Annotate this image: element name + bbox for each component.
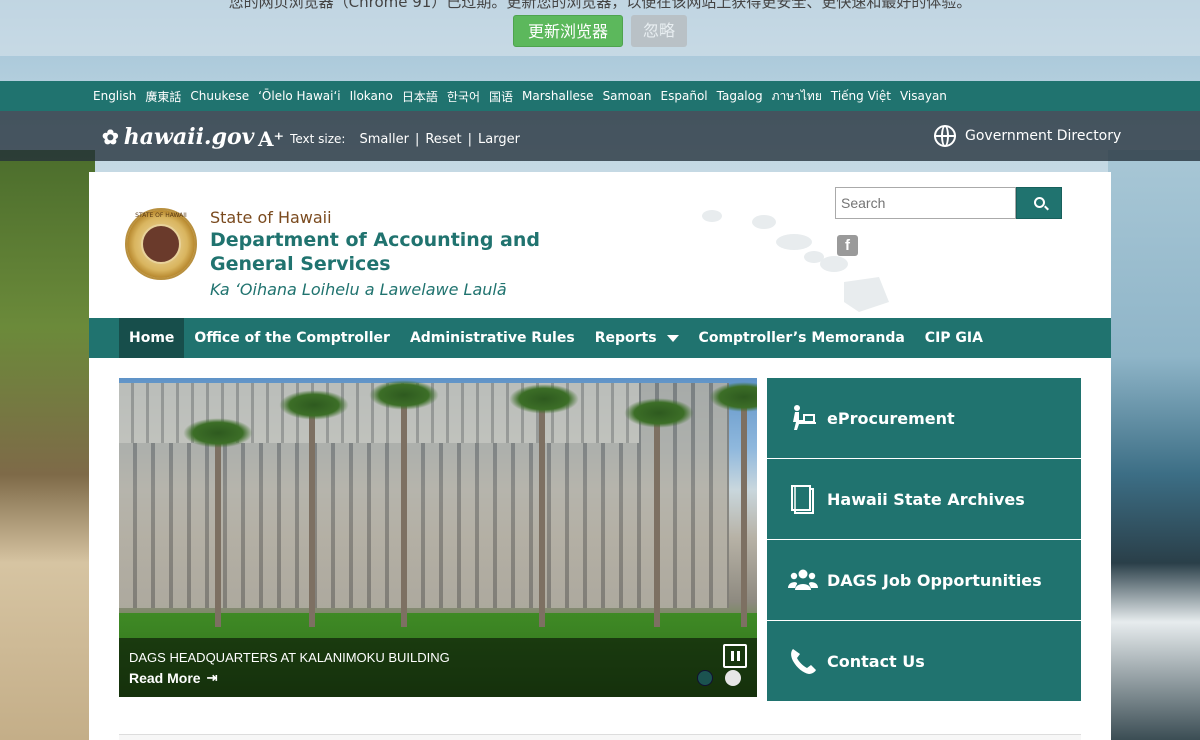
language-link-tagalog[interactable]: Tagalog [717,89,763,103]
language-link-vietnamese[interactable]: Tiếng Việt [831,89,891,103]
language-link-korean[interactable]: 한국어 [447,88,480,105]
language-bar: English 廣東話 Chuukese ʻŌlelo Hawaiʻi Ilok… [0,81,1200,111]
text-larger-link[interactable]: Larger [478,132,520,147]
hero-slideshow[interactable]: DAGS HEADQUARTERS AT KALANIMOKU BUILDING… [119,378,757,697]
slide-indicator-1[interactable] [697,670,713,686]
slide-caption: DAGS HEADQUARTERS AT KALANIMOKU BUILDING [129,650,450,665]
nav-home[interactable]: Home [119,318,185,358]
nav-cip-gia[interactable]: CIP GIA [915,318,993,358]
quick-link-eprocurement[interactable]: eProcurement [767,378,1081,458]
nav-rules-label: Administrative Rules [409,330,575,346]
users-icon [788,569,818,590]
palm-tree [215,427,221,627]
browser-update-banner: 您的网页浏览器（Chrome 91）已过期。更新您的浏览器，以便在该网站上获得更… [0,0,1200,56]
globe-icon [934,125,956,147]
hawaii-gov-logo-text: hawaii.gov [123,124,255,150]
nav-office-label: Office of the Comptroller [194,330,390,346]
main-content-card: STATE OF HAWAII State of Hawaii Departme… [89,172,1111,740]
sign-in-icon: ⇥ [206,670,218,685]
language-link-english[interactable]: English [93,89,136,103]
language-link-cantonese[interactable]: 廣東話 [145,88,181,105]
palm-tree [401,387,407,627]
slide-caption-bar: DAGS HEADQUARTERS AT KALANIMOKU BUILDING… [119,638,757,697]
text-size-controls: A⁺ Text size: Smaller | Reset | Larger [258,127,520,151]
quick-link-label: DAGS Job Opportunities [827,570,1042,590]
government-directory-link[interactable]: Government Directory [934,125,1121,147]
nav-reports-label: Reports [594,330,657,346]
language-link-thai[interactable]: ภาษาไทย [772,87,822,106]
text-size-label: Text size: [290,132,346,146]
palm-fronds [369,380,439,410]
language-link-marshallese[interactable]: Marshallese [522,89,594,103]
read-more-label: Read More [129,670,201,686]
nav-comptrollers-memoranda[interactable]: Comptroller’s Memoranda [689,318,915,358]
quick-link-contact-us[interactable]: Contact Us [767,621,1081,701]
read-more-link[interactable]: Read More ⇥ [129,670,217,686]
nav-home-label: Home [129,330,175,346]
computer-user-icon [793,405,816,430]
facebook-icon[interactable]: f [837,235,858,256]
palm-tree [654,412,660,627]
search-button[interactable] [1016,187,1062,219]
ignore-button[interactable]: 忽略 [631,15,687,47]
palm-tree [741,392,747,627]
book-icon [791,485,814,514]
text-size-separator: | [414,131,420,147]
main-navigation: Home Office of the Comptroller Administr… [89,318,1111,358]
palm-fronds [183,418,253,448]
seal-crest [141,224,181,264]
quick-link-label: Contact Us [827,651,925,671]
language-link-chuukese[interactable]: Chuukese [190,89,249,103]
text-size-separator: | [467,131,473,147]
language-link-spanish[interactable]: Español [661,89,708,103]
text-smaller-link[interactable]: Smaller [359,132,408,147]
quick-link-label: Hawaii State Archives [827,489,1025,509]
phone-icon [791,649,816,674]
background-left-scenery [0,150,95,740]
language-link-visayan[interactable]: Visayan [900,89,947,103]
nav-cip-label: CIP GIA [924,330,983,346]
update-message: 您的网页浏览器（Chrome 91）已过期。更新您的浏览器，以便在该网站上获得更… [228,0,972,11]
department-name[interactable]: Department of Accounting and General Ser… [210,228,630,276]
state-name: State of Hawaii [210,208,332,227]
palm-fronds [624,398,694,428]
language-link-ilokano[interactable]: Ilokano [350,89,393,103]
palm-fronds [509,384,579,414]
hawaii-gov-logo[interactable]: ✿ hawaii.gov [102,124,254,150]
text-size-icon: A⁺ [258,127,285,151]
language-link-samoan[interactable]: Samoan [603,89,652,103]
update-browser-button[interactable]: 更新浏览器 [513,15,623,47]
quick-link-dags-job-opportunities[interactable]: DAGS Job Opportunities [767,540,1081,620]
language-link-hawaiian[interactable]: ʻŌlelo Hawaiʻi [258,89,341,103]
department-hawaiian-name: Ka ʻOihana Loihelu a Lawelawe Laulā [210,280,507,299]
nav-memoranda-label: Comptroller’s Memoranda [698,330,905,346]
nav-office-of-the-comptroller[interactable]: Office of the Comptroller [184,318,400,358]
quick-link-hawaii-state-archives[interactable]: Hawaii State Archives [767,459,1081,539]
caret-down-icon [666,334,679,342]
slide-indicator-2[interactable] [725,670,741,686]
quick-links: eProcurement Hawaii State Archives DAGS … [767,378,1081,701]
nav-reports[interactable]: Reports [585,318,689,358]
palm-tree [309,402,315,627]
government-directory-label: Government Directory [965,128,1122,144]
palm-fronds [279,390,349,420]
pause-button[interactable] [723,644,747,668]
search-input[interactable] [835,187,1016,219]
seal-text: STATE OF HAWAII [135,212,187,219]
background-right-scenery [1108,150,1200,740]
search-icon [1034,197,1045,208]
language-link-mandarin[interactable]: 国语 [489,88,513,105]
nav-administrative-rules[interactable]: Administrative Rules [400,318,585,358]
hibiscus-icon: ✿ [102,125,119,149]
language-link-japanese[interactable]: 日本語 [402,88,438,105]
hawaii-gov-bar: ✿ hawaii.gov A⁺ Text size: Smaller | Res… [0,111,1200,161]
text-reset-link[interactable]: Reset [425,132,461,147]
state-seal-logo[interactable]: STATE OF HAWAII [125,208,197,280]
content-bottom-edge [119,734,1081,740]
palm-tree [539,397,545,627]
quick-link-label: eProcurement [827,408,955,428]
